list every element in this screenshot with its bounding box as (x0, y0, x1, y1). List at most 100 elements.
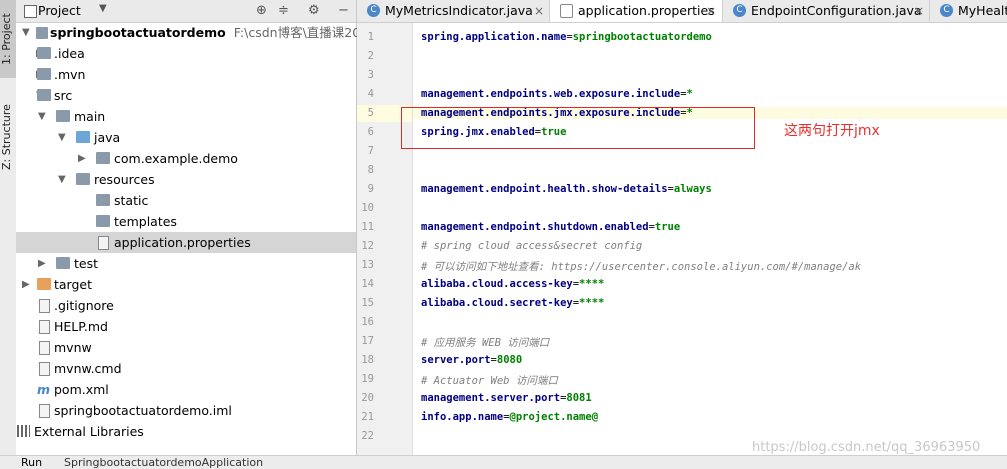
close-icon[interactable]: × (706, 0, 716, 22)
line-number: 16 (361, 316, 374, 328)
source-folder-icon (76, 131, 90, 143)
tree-item-help-md[interactable]: HELP.md (16, 316, 356, 337)
tree-item-label: springbootactuatordemo (50, 25, 226, 40)
tab-endpointconfiguration[interactable]: C EndpointConfiguration.java × (723, 0, 930, 22)
project-panel-title: Project (38, 3, 81, 18)
locate-icon[interactable]: ⊕ (256, 3, 267, 18)
tree-item-label: src (54, 88, 73, 103)
property-value: springbootactuatordemo (572, 31, 712, 43)
tree-item-pom-xml[interactable]: m pom.xml (16, 379, 356, 400)
tree-item-package[interactable]: ▶ com.example.demo (16, 148, 356, 169)
line-number: 5 (367, 107, 374, 119)
package-icon (96, 152, 110, 164)
run-configuration[interactable]: SpringbootactuatordemoApplication (64, 456, 263, 469)
property-key: info.app.name (421, 411, 504, 423)
code-line: management.endpoint.health.show-details=… (421, 183, 712, 195)
chevron-down-icon[interactable]: ▼ (99, 3, 107, 14)
tree-item-label: com.example.demo (114, 151, 238, 166)
line-number: 8 (367, 164, 374, 176)
tree-item-label: test (74, 256, 99, 271)
tree-item-application-properties[interactable]: application.properties (16, 232, 356, 253)
tree-item-mvn[interactable]: ▶ .mvn (16, 64, 356, 85)
run-tab[interactable]: Run (21, 456, 42, 469)
close-icon[interactable]: × (914, 0, 924, 22)
line-number: 13 (361, 259, 374, 271)
tree-item-label: mvnw.cmd (54, 361, 122, 376)
tree-item-gitignore[interactable]: .gitignore (16, 295, 356, 316)
libraries-icon (17, 425, 30, 437)
folder-icon (37, 47, 51, 59)
project-panel-header: Project ▼ ⊕ ≑ ⚙ − (16, 0, 356, 23)
tree-item-templates[interactable]: templates (16, 211, 356, 232)
tab-label: EndpointConfiguration.java (751, 3, 922, 18)
property-value: @project.name@ (509, 411, 599, 423)
tree-item-mvnw-cmd[interactable]: mvnw.cmd (16, 358, 356, 379)
code-line: alibaba.cloud.secret-key=**** (421, 297, 605, 309)
excluded-folder-icon (37, 278, 51, 290)
tree-item-java[interactable]: ▼ java (16, 127, 356, 148)
tree-item-main[interactable]: ▼ main (16, 106, 356, 127)
code-line: # 应用服务 WEB 访问端口 (421, 335, 549, 350)
code-editor[interactable]: spring.application.name=springbootactuat… (413, 23, 1007, 455)
tree-item-label: java (94, 130, 121, 145)
tab-application-properties[interactable]: application.properties × (550, 0, 723, 22)
tree-item-test[interactable]: ▶ test (16, 253, 356, 274)
line-number: 22 (361, 430, 374, 442)
line-number-gutter: 1 2 3 4 5 6 7 8 9 10 11 12 13 14 15 16 17 18 19 20 21 22 (357, 23, 413, 455)
tree-item-label: springbootactuatordemo.iml (54, 403, 232, 418)
code-line: alibaba.cloud.access-key=**** (421, 278, 605, 290)
project-view-icon (24, 5, 37, 18)
property-key: server.port (421, 354, 491, 366)
editor-tab-bar: C MyMetricsIndicator.java × application.… (357, 0, 1007, 23)
tree-item-label: application.properties (114, 235, 251, 250)
tree-item-iml[interactable]: springbootactuatordemo.iml (16, 400, 356, 421)
line-number: 9 (367, 183, 374, 195)
line-number: 17 (361, 335, 374, 347)
comment: # 可以访问如下地址查看: https://usercenter.console… (421, 261, 862, 273)
tool-tab-structure[interactable]: Z: Structure (0, 92, 16, 182)
file-icon (39, 299, 50, 313)
close-icon[interactable]: × (534, 0, 544, 22)
tab-label: MyHealt (958, 3, 1007, 18)
tree-item-target[interactable]: ▶ target (16, 274, 356, 295)
line-number: 1 (367, 31, 374, 43)
tree-item-label: .idea (54, 46, 85, 61)
project-panel: Project ▼ ⊕ ≑ ⚙ − ▼ springbootactuatorde… (16, 0, 408, 455)
tree-item-external-libraries[interactable]: External Libraries (16, 421, 356, 442)
annotation-text: 这两句打开jmx (784, 123, 880, 139)
code-line: management.server.port=8081 (421, 392, 592, 404)
line-number: 10 (361, 202, 374, 214)
tool-tab-project[interactable]: 1: Project (0, 0, 16, 78)
tree-item-project-root[interactable]: ▼ springbootactuatordemo F:\csdn博客\直播课202… (16, 22, 408, 43)
tree-item-label: static (114, 193, 149, 208)
bottom-tool-bar: Run SpringbootactuatordemoApplication (0, 455, 1007, 469)
folder-icon (37, 89, 51, 101)
hide-icon[interactable]: − (338, 3, 349, 18)
module-file-icon (39, 404, 50, 418)
tree-item-label: .mvn (54, 67, 86, 82)
tree-item-label: templates (114, 214, 177, 229)
line-number: 18 (361, 354, 374, 366)
tab-mymetricsindicator[interactable]: C MyMetricsIndicator.java × (357, 0, 550, 22)
tree-item-idea[interactable]: ▶ .idea (16, 43, 356, 64)
tab-myhealth[interactable]: C MyHealt (930, 0, 1007, 22)
line-number: 21 (361, 411, 374, 423)
tree-item-label: External Libraries (34, 424, 144, 439)
property-key: alibaba.cloud.secret-key (421, 297, 573, 309)
tree-item-src[interactable]: ▼ src (16, 85, 356, 106)
property-key: management.server.port (421, 392, 561, 404)
gear-icon[interactable]: ⚙ (308, 3, 320, 18)
tree-item-mvnw[interactable]: mvnw (16, 337, 356, 358)
properties-file-icon (560, 4, 573, 18)
collapse-icon[interactable]: ≑ (278, 3, 289, 18)
code-line: info.app.name=@project.name@ (421, 411, 599, 423)
tool-window-stripe: 1: Project Z: Structure (0, 0, 17, 455)
line-number: 15 (361, 297, 374, 309)
line-number: 14 (361, 278, 374, 290)
class-icon: C (733, 4, 746, 17)
line-number: 11 (361, 221, 374, 233)
tree-item-resources[interactable]: ▼ resources (16, 169, 356, 190)
tree-item-static[interactable]: static (16, 190, 356, 211)
folder-icon (96, 215, 110, 227)
line-number: 6 (367, 126, 374, 138)
